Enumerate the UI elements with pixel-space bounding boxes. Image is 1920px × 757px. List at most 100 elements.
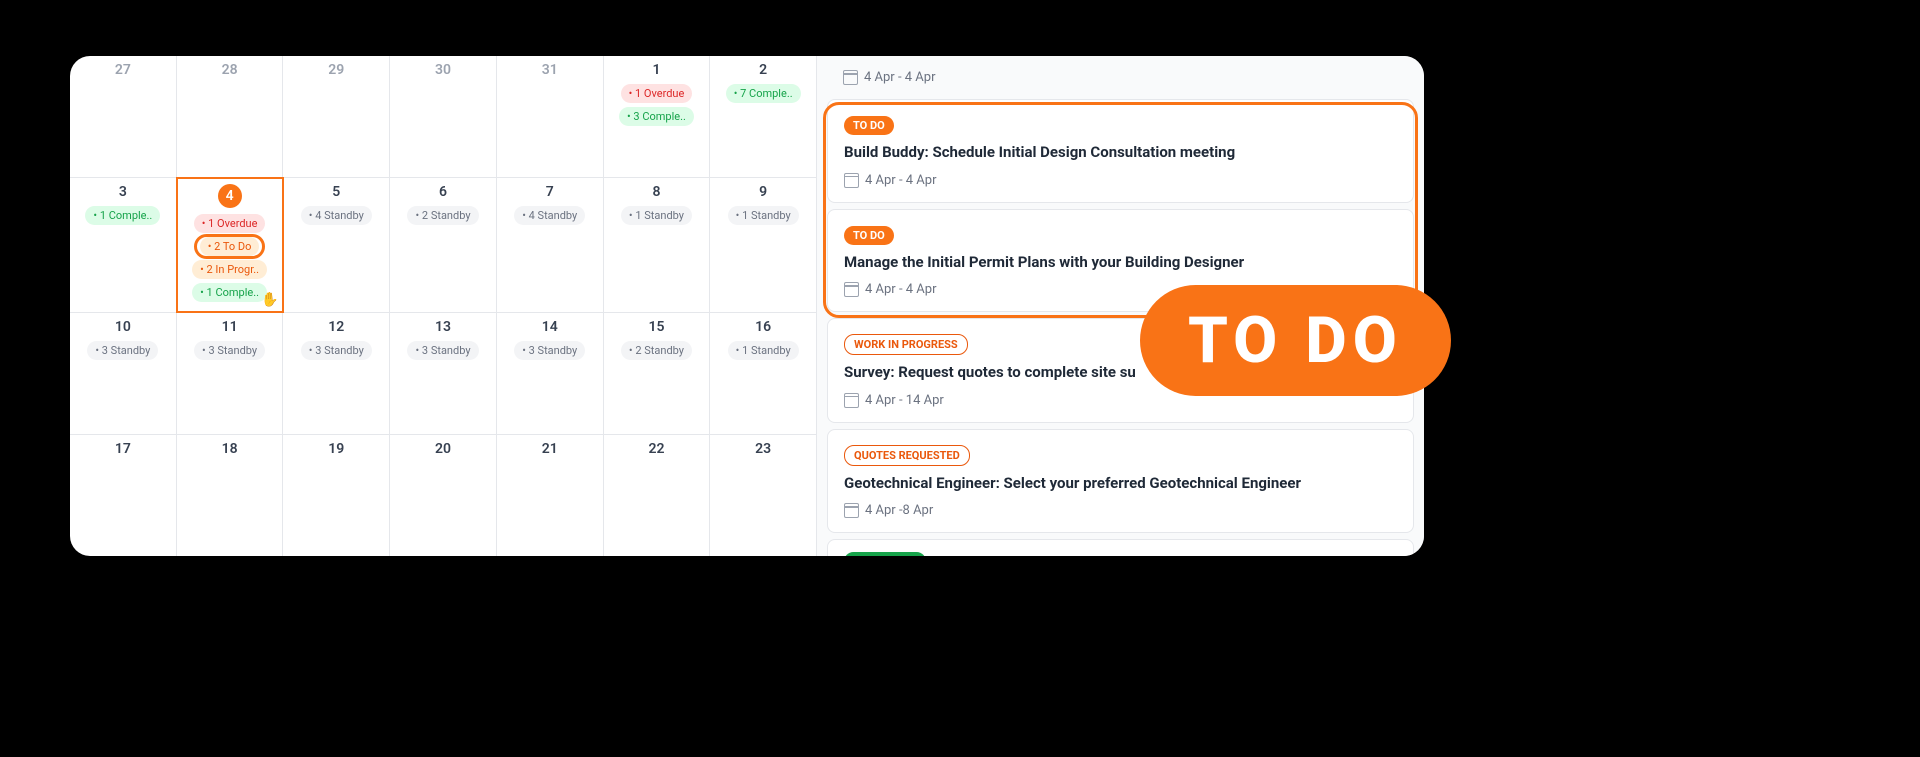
calendar-icon [844, 503, 859, 518]
day-number: 14 [542, 319, 558, 335]
calendar-cell[interactable]: 18 [177, 435, 284, 556]
calendar-icon [844, 282, 859, 297]
calendar-cell[interactable]: 17 [70, 435, 177, 556]
status-pill-standby[interactable]: • 3 Standby [514, 341, 585, 360]
day-number: 18 [222, 441, 238, 457]
calendar-cell[interactable]: 13 • 3 Standby [390, 313, 497, 434]
day-number: 17 [115, 441, 131, 457]
status-pill-inprogress[interactable]: • 2 In Progr.. [192, 260, 267, 279]
todo-overlay-label: TO DO [1140, 285, 1451, 396]
calendar-cell[interactable]: 2• 7 Comple.. [710, 56, 816, 177]
calendar-cell[interactable]: 9 • 1 Standby [710, 178, 816, 312]
status-pill-standby[interactable]: • 4 Standby [301, 206, 372, 225]
calendar-row: 27 28 29 30 31 1 • 1 Overdue • 3 Comple.. 2• 7 C… [70, 56, 816, 177]
task-date: 4 Apr -8 Apr [844, 503, 1397, 518]
calendar-row: 3• 1 Comple..4• 1 Overdue• 2 To Do• 2 In… [70, 177, 816, 312]
calendar-cell[interactable]: 14 • 3 Standby [497, 313, 604, 434]
day-number: 22 [648, 441, 664, 457]
calendar-cell[interactable]: 21 [497, 435, 604, 556]
date-range-text: 4 Apr -8 Apr [865, 503, 933, 518]
status-pill-overdue[interactable]: • 1 Overdue [194, 214, 266, 233]
day-number: 10 [115, 319, 131, 335]
status-badge-todo: TO DO [844, 116, 894, 135]
status-pill-standby[interactable]: • 3 Standby [87, 341, 158, 360]
status-badge-todo: TO DO [844, 226, 894, 245]
day-number: 5 [332, 184, 340, 200]
date-range-text: 4 Apr - 4 Apr [865, 173, 936, 188]
day-number: 23 [755, 441, 771, 457]
calendar-icon [844, 393, 859, 408]
calendar-cell[interactable]: 4• 1 Overdue• 2 To Do• 2 In Progr..• 1 C… [177, 178, 284, 312]
status-pill-complete[interactable]: • 1 Comple.. [85, 206, 160, 225]
status-pill-standby[interactable]: • 2 Standby [407, 206, 478, 225]
day-number: 19 [328, 441, 344, 457]
calendar-cell[interactable]: 30 [390, 56, 497, 177]
status-pill-complete[interactable]: • 3 Comple.. [619, 107, 694, 126]
status-pill-todo[interactable]: • 2 To Do [200, 237, 260, 256]
calendar-row: 10• 3 Standby11• 3 Standby12• 3 Standby1… [70, 312, 816, 434]
calendar-cell[interactable]: 16 • 1 Standby [710, 313, 816, 434]
status-pill-standby[interactable]: • 2 Standby [621, 341, 692, 360]
calendar-cell[interactable]: 12 • 3 Standby [283, 313, 390, 434]
calendar-cell[interactable]: 8 • 1 Standby [604, 178, 711, 312]
status-pill-overdue[interactable]: • 1 Overdue [621, 84, 693, 103]
day-number: 20 [435, 441, 451, 457]
calendar-row: 17 18 19 20 21 22 23 [70, 434, 816, 556]
date-text: 4 Apr - 4 Apr [864, 70, 935, 85]
task-title: Manage the Initial Permit Plans with you… [844, 253, 1397, 273]
task-card-truncated[interactable]: COMPLETED [827, 539, 1414, 556]
day-number: 11 [222, 319, 238, 335]
day-number: 29 [328, 62, 344, 78]
day-number: 30 [435, 62, 451, 78]
calendar-cell[interactable]: 3 • 1 Comple.. [70, 178, 177, 312]
status-pill-standby[interactable]: • 3 Standby [407, 341, 478, 360]
calendar-cell[interactable]: 31 [497, 56, 604, 177]
sidebar-top-date: 4 Apr - 4 Apr [817, 56, 1424, 93]
calendar-cell[interactable]: 20 [390, 435, 497, 556]
day-number: 27 [115, 62, 131, 78]
calendar-icon [843, 70, 858, 85]
calendar-cell[interactable]: 29 [283, 56, 390, 177]
calendar-cell[interactable]: 7 • 4 Standby [497, 178, 604, 312]
task-card[interactable]: QUOTES REQUESTEDGeotechnical Engineer: S… [827, 429, 1414, 534]
status-pill-standby[interactable]: • 1 Standby [728, 341, 799, 360]
calendar-cell[interactable]: 23 [710, 435, 816, 556]
day-number: 6 [439, 184, 447, 200]
day-number: 3 [119, 184, 127, 200]
status-pill-complete[interactable]: • 1 Comple.. [192, 283, 267, 302]
status-pill-standby[interactable]: • 4 Standby [514, 206, 585, 225]
calendar-grid: 27282930311• 1 Overdue• 3 Comple..2• 7 C… [70, 56, 817, 556]
day-number: 12 [328, 319, 344, 335]
status-pill-standby[interactable]: • 1 Standby [728, 206, 799, 225]
task-date: 4 Apr - 4 Apr [844, 173, 1397, 188]
calendar-icon [844, 173, 859, 188]
status-pill-complete[interactable]: • 7 Comple.. [726, 84, 801, 103]
day-number: 16 [755, 319, 771, 335]
calendar-cell[interactable]: 27 [70, 56, 177, 177]
calendar-cell[interactable]: 11 • 3 Standby [177, 313, 284, 434]
day-number: 21 [542, 441, 558, 457]
cursor-icon: ✋ [261, 292, 278, 308]
date-range-text: 4 Apr - 4 Apr [865, 282, 936, 297]
calendar-cell[interactable]: 28 [177, 56, 284, 177]
day-number: 15 [648, 319, 664, 335]
status-pill-standby[interactable]: • 3 Standby [301, 341, 372, 360]
status-pill-standby[interactable]: • 3 Standby [194, 341, 265, 360]
calendar-cell[interactable]: 1 • 1 Overdue • 3 Comple.. [604, 56, 711, 177]
calendar-cell[interactable]: 19 [283, 435, 390, 556]
status-pill-standby[interactable]: • 1 Standby [621, 206, 692, 225]
day-number: 1 [652, 62, 660, 78]
calendar-cell[interactable]: 5 • 4 Standby [283, 178, 390, 312]
calendar-cell[interactable]: 22 [604, 435, 711, 556]
day-number: 9 [759, 184, 767, 200]
day-number: 13 [435, 319, 451, 335]
calendar-cell[interactable]: 6 • 2 Standby [390, 178, 497, 312]
calendar-cell[interactable]: 15 • 2 Standby [604, 313, 711, 434]
calendar-cell[interactable]: 10 • 3 Standby [70, 313, 177, 434]
day-number: 7 [546, 184, 554, 200]
day-number: 8 [652, 184, 660, 200]
task-title: Build Buddy: Schedule Initial Design Con… [844, 143, 1397, 163]
status-badge-quotes: QUOTES REQUESTED [844, 445, 970, 466]
day-number: 28 [222, 62, 238, 78]
task-card[interactable]: TO DO Build Buddy: Schedule Initial Desig… [827, 99, 1414, 203]
